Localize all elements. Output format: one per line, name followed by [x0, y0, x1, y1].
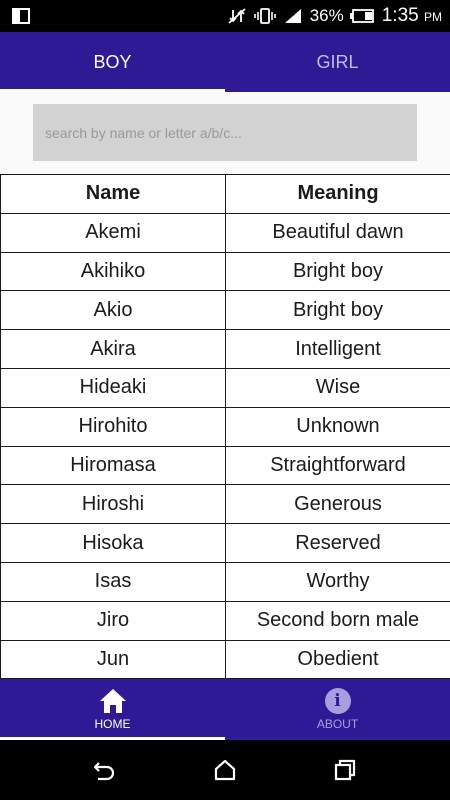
name-cell: Hirohito [0, 406, 226, 447]
tab-girl-label: GIRL [316, 51, 359, 72]
back-icon[interactable] [92, 758, 116, 782]
nav-home-label: HOME [94, 717, 131, 731]
name-cell: Hideaki [0, 367, 226, 408]
tab-girl[interactable]: GIRL [225, 32, 450, 92]
battery-icon [349, 9, 374, 23]
meaning-cell: Wise [225, 367, 450, 408]
battery-percent: 36% [309, 6, 344, 25]
table-header-row: Name Meaning [0, 174, 450, 214]
meaning-cell: Generous [225, 484, 450, 525]
home-icon [99, 689, 126, 713]
name-cell: Isas [0, 561, 226, 602]
meaning-cell: Worthy [225, 561, 450, 602]
table-row[interactable]: Jiro Second born male [0, 600, 450, 641]
signal-icon [284, 9, 301, 23]
table-row[interactable]: Hiroshi Generous [0, 484, 450, 525]
name-cell: Jiro [0, 600, 226, 641]
table-row[interactable]: Hiromasa Straightforward [0, 445, 450, 486]
system-navigation-bar [0, 740, 450, 800]
bottom-navigation: HOME i ABOUT [0, 679, 450, 740]
name-cell: Hiromasa [0, 445, 226, 486]
name-cell: Akemi [0, 212, 226, 253]
tab-boy[interactable]: BOY [0, 32, 225, 92]
meaning-cell: Intelligent [225, 329, 450, 369]
table-row[interactable]: Akira Intelligent [0, 329, 450, 369]
meaning-cell: Reserved [225, 523, 450, 563]
meaning-cell: Bright boy [225, 290, 450, 331]
meaning-cell: Second born male [225, 600, 450, 641]
meaning-cell: Obedient [225, 639, 450, 679]
names-table-container[interactable]: Name Meaning Akemi Beautiful dawn Akihiko… [0, 174, 450, 679]
table-row[interactable]: Akihiko Bright boy [0, 251, 450, 292]
status-bar: 36% 1:35 PM [0, 0, 450, 32]
name-cell: Hisoka [0, 523, 226, 563]
recent-apps-icon[interactable] [333, 758, 357, 782]
nav-home[interactable]: HOME [0, 679, 225, 740]
meaning-cell: Straightforward [225, 445, 450, 486]
header-name: Name [0, 174, 226, 214]
screen-mirror-icon [12, 8, 30, 24]
nav-about[interactable]: i ABOUT [225, 679, 450, 740]
header-meaning: Meaning [225, 174, 450, 214]
info-icon: i [324, 688, 351, 714]
name-cell: Jun [0, 639, 226, 679]
search-input[interactable] [33, 104, 417, 161]
table-row[interactable]: Akio Bright boy [0, 290, 450, 331]
name-cell: Akira [0, 329, 226, 369]
nav-about-label: ABOUT [316, 717, 359, 731]
table-row[interactable]: Hideaki Wise [0, 367, 450, 408]
table-row[interactable]: Hisoka Reserved [0, 523, 450, 563]
table-row[interactable]: Akemi Beautiful dawn [0, 212, 450, 253]
name-cell: Hiroshi [0, 484, 226, 525]
search-container [0, 92, 450, 174]
tab-bar: BOY GIRL [0, 32, 450, 92]
meaning-cell: Beautiful dawn [225, 212, 450, 253]
clock: 1:35 PM [381, 5, 442, 26]
vibrate-icon [253, 8, 276, 24]
meaning-cell: Bright boy [225, 251, 450, 292]
tab-boy-label: BOY [93, 51, 132, 72]
data-off-icon [228, 8, 246, 24]
table-row[interactable]: Jun Obedient [0, 639, 450, 679]
name-cell: Akio [0, 290, 226, 331]
names-table: Name Meaning Akemi Beautiful dawn Akihiko… [0, 174, 450, 679]
home-button-icon[interactable] [213, 758, 237, 782]
table-row[interactable]: Isas Worthy [0, 561, 450, 602]
meaning-cell: Unknown [225, 406, 450, 447]
table-row[interactable]: Hirohito Unknown [0, 406, 450, 447]
name-cell: Akihiko [0, 251, 226, 292]
